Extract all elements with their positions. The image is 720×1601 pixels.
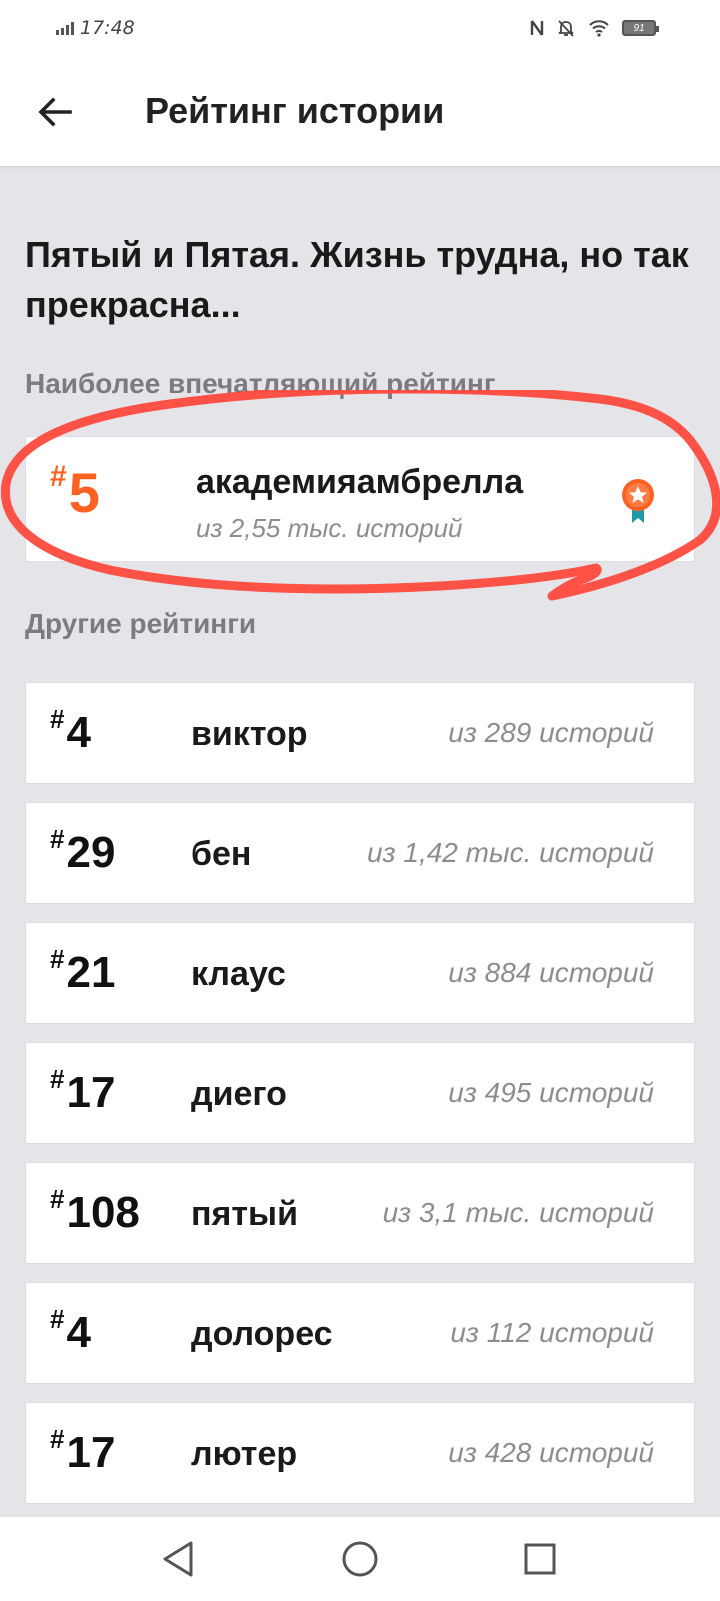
arrow-left-icon: [38, 97, 72, 127]
battery-level: 91: [633, 22, 645, 34]
ranking-card[interactable]: # 17 диего из 495 историй: [25, 1042, 695, 1144]
page-title: Рейтинг истории: [145, 90, 445, 131]
ranking-total: из 495 историй: [448, 1077, 654, 1108]
back-triangle-icon: [163, 1541, 193, 1577]
rank-number: 29: [66, 828, 116, 877]
rank-number: 4: [66, 708, 91, 757]
rank: # 21: [50, 945, 115, 1001]
ranking-tag: долорес: [191, 1315, 333, 1353]
story-title: Пятый и Пятая. Жизнь трудна, но так прек…: [25, 234, 689, 325]
rank-hash: #: [50, 1184, 65, 1214]
ranking-total: из 3,1 тыс. историй: [382, 1197, 654, 1228]
rank-hash: #: [50, 944, 65, 974]
featured-total: из 2,55 тыс. историй: [196, 513, 463, 543]
rank: # 4: [50, 1305, 91, 1361]
status-bar: 17:48 91: [0, 0, 720, 60]
award-medal-icon: [622, 479, 654, 523]
rank-hash: #: [50, 824, 65, 854]
rank-number: 21: [66, 948, 116, 997]
system-nav-bar: [0, 1516, 720, 1601]
back-button[interactable]: [30, 87, 80, 137]
nfc-icon: [530, 20, 544, 36]
nav-recents-button[interactable]: [516, 1535, 564, 1583]
rank-hash: #: [50, 1424, 65, 1454]
rank-number: 17: [66, 1428, 116, 1477]
ranking-card[interactable]: # 17 лютер из 428 историй: [25, 1402, 695, 1504]
ranking-total: из 884 историй: [448, 957, 654, 988]
ranking-total: из 112 историй: [450, 1317, 654, 1348]
rank: # 108: [50, 1185, 140, 1241]
featured-rank: # 5: [50, 461, 100, 525]
rank-hash: #: [50, 1304, 65, 1334]
app-bar: Рейтинг истории: [0, 60, 720, 167]
nav-back-button[interactable]: [154, 1535, 202, 1583]
nav-home-button[interactable]: [336, 1535, 384, 1583]
rank-number: 108: [66, 1188, 140, 1237]
rank: # 17: [50, 1425, 115, 1481]
rank: # 29: [50, 825, 115, 881]
ranking-tag: лютер: [191, 1435, 298, 1473]
ranking-tag: виктор: [191, 715, 308, 753]
ranking-tag: бен: [191, 835, 252, 873]
featured-ranking-card[interactable]: # 5 академияамбрелла из 2,55 тыс. истори…: [25, 436, 695, 562]
ranking-tag: пятый: [191, 1195, 298, 1233]
rank-hash: #: [50, 460, 67, 493]
ranking-card[interactable]: # 4 долорес из 112 историй: [25, 1282, 695, 1384]
ranking-total: из 1,42 тыс. историй: [367, 837, 654, 868]
home-circle-icon: [342, 1541, 378, 1577]
ranking-card[interactable]: # 4 виктор из 289 историй: [25, 682, 695, 784]
rank-number: 4: [66, 1308, 91, 1357]
signal-icon: [56, 21, 74, 35]
featured-tag: академияамбрелла: [196, 463, 524, 501]
rank-hash: #: [50, 1064, 65, 1094]
ranking-card[interactable]: # 29 бен из 1,42 тыс. историй: [25, 802, 695, 904]
rank-hash: #: [50, 704, 65, 734]
ranking-card[interactable]: # 108 пятый из 3,1 тыс. историй: [25, 1162, 695, 1264]
battery-icon: 91: [622, 20, 659, 36]
status-time: 17:48: [80, 17, 135, 39]
status-left: 17:48: [56, 16, 135, 40]
other-rankings-label: Другие рейтинги: [25, 608, 257, 639]
rank-number: 5: [68, 461, 100, 524]
ranking-tag: клаус: [191, 955, 286, 993]
rank-number: 17: [66, 1068, 116, 1117]
status-right: 91: [530, 16, 659, 40]
recents-square-icon: [524, 1543, 556, 1575]
ranking-card[interactable]: # 21 клаус из 884 историй: [25, 922, 695, 1024]
mute-icon: [558, 20, 574, 37]
rank: # 17: [50, 1065, 115, 1121]
ranking-tag: диего: [191, 1075, 287, 1113]
ranking-total: из 428 историй: [448, 1437, 654, 1468]
ranking-total: из 289 историй: [448, 717, 654, 748]
rank: # 4: [50, 705, 91, 761]
featured-section-label: Наиболее впечатляющий рейтинг: [25, 368, 496, 399]
wifi-icon: [589, 20, 609, 37]
